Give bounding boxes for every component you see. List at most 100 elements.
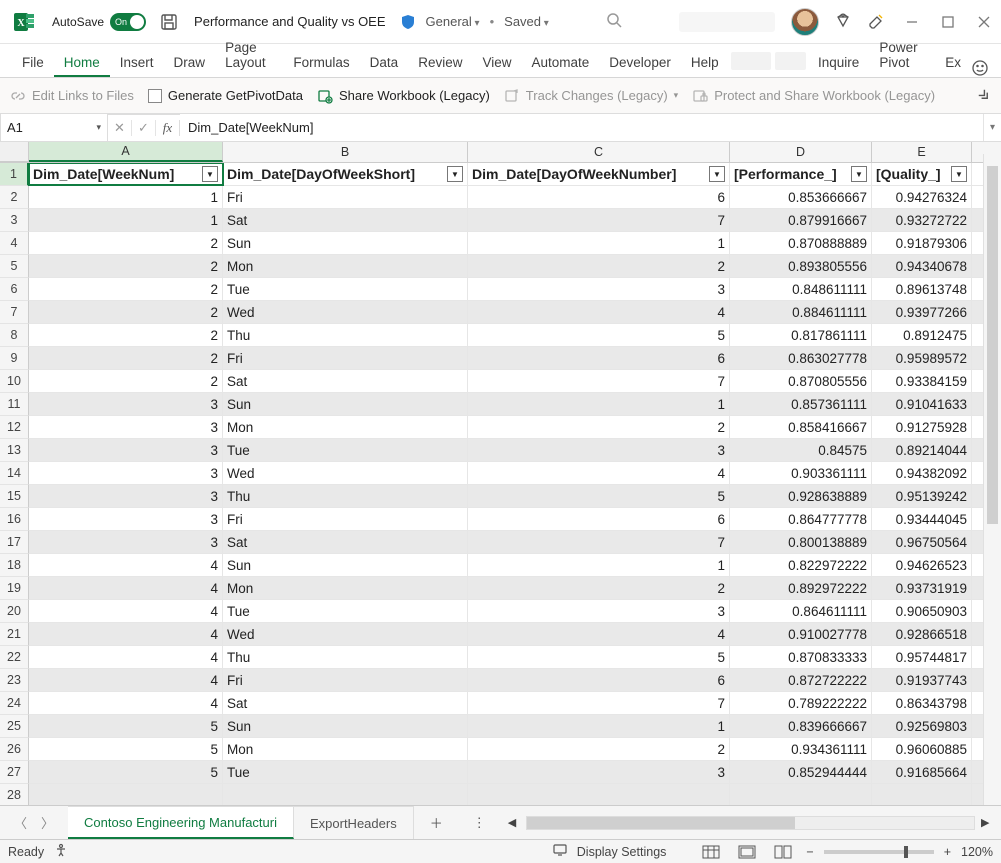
cell[interactable]: 1	[468, 232, 730, 254]
row-header[interactable]: 8	[0, 324, 29, 347]
row-header[interactable]: 7	[0, 301, 29, 324]
column-header[interactable]: B	[223, 142, 468, 162]
cell[interactable]: 0.864777778	[730, 508, 872, 530]
cell[interactable]: 4	[29, 600, 223, 622]
cell[interactable]: 1	[468, 554, 730, 576]
cell[interactable]: 4	[468, 462, 730, 484]
row-header[interactable]: 4	[0, 232, 29, 255]
cell[interactable]: 0.92866518	[872, 623, 972, 645]
tab-help[interactable]: Help	[681, 49, 729, 77]
cell[interactable]: Fri	[223, 669, 468, 691]
table-row[interactable]: 3Fri60.8647777780.93444045	[29, 508, 1001, 531]
accessibility-icon[interactable]	[54, 843, 68, 860]
cell[interactable]: 0.94276324	[872, 186, 972, 208]
table-row[interactable]: 3Wed40.9033611110.94382092	[29, 462, 1001, 485]
cell[interactable]: Tue	[223, 600, 468, 622]
cell[interactable]: 0.89613748	[872, 278, 972, 300]
cell[interactable]: 0.903361111	[730, 462, 872, 484]
cell[interactable]: 3	[29, 416, 223, 438]
tab-power-pivot[interactable]: Power Pivot	[869, 34, 935, 77]
cell[interactable]: Sat	[223, 692, 468, 714]
cell[interactable]: 4	[468, 623, 730, 645]
cell[interactable]: 0.853666667	[730, 186, 872, 208]
tab-extra[interactable]: Ex	[935, 49, 971, 77]
cell[interactable]: 3	[468, 600, 730, 622]
cell[interactable]: 3	[468, 761, 730, 783]
filter-dropdown-icon[interactable]: ▼	[851, 166, 867, 182]
save-icon[interactable]	[160, 13, 178, 31]
cell[interactable]: 2	[29, 370, 223, 392]
column-header[interactable]: C	[468, 142, 730, 162]
table-row[interactable]: 3Thu50.9286388890.95139242	[29, 485, 1001, 508]
cell[interactable]: 6	[468, 186, 730, 208]
minimize-button[interactable]	[905, 15, 919, 29]
close-button[interactable]	[977, 15, 991, 29]
cell[interactable]: 4	[29, 577, 223, 599]
cell[interactable]: 0.839666667	[730, 715, 872, 737]
cell[interactable]: 0.822972222	[730, 554, 872, 576]
cell[interactable]: 0.863027778	[730, 347, 872, 369]
cell[interactable]: Tue	[223, 439, 468, 461]
search-icon[interactable]	[606, 12, 622, 31]
cell[interactable]: 0.84575	[730, 439, 872, 461]
cell[interactable]	[468, 784, 730, 806]
cell[interactable]: 5	[29, 738, 223, 760]
cell[interactable]: 0.90650903	[872, 600, 972, 622]
cell[interactable]: 4	[29, 623, 223, 645]
table-row[interactable]: 2Tue30.8486111110.89613748	[29, 278, 1001, 301]
add-sheet-button[interactable]: ＋	[414, 813, 459, 832]
table-row[interactable]: 3Mon20.8584166670.91275928	[29, 416, 1001, 439]
cell[interactable]: 0.858416667	[730, 416, 872, 438]
cell[interactable]: 4	[29, 669, 223, 691]
table-row[interactable]: 5Tue30.8529444440.91685664	[29, 761, 1001, 784]
cell[interactable]: Sun	[223, 715, 468, 737]
cell[interactable]: 0.95744817	[872, 646, 972, 668]
cell[interactable]: 7	[468, 531, 730, 553]
cell[interactable]: 5	[29, 761, 223, 783]
grid-body[interactable]: Dim_Date[WeekNum]▼Dim_Date[DayOfWeekShor…	[29, 163, 1001, 812]
protect-share-button[interactable]: Protect and Share Workbook (Legacy)	[692, 88, 935, 104]
cell[interactable]: 0.94382092	[872, 462, 972, 484]
table-row[interactable]: 2Wed40.8846111110.93977266	[29, 301, 1001, 324]
table-header-cell[interactable]: [Performance_]▼	[730, 163, 872, 185]
scroll-left-icon[interactable]: ◀	[508, 816, 520, 829]
generate-pivot-button[interactable]: Generate GetPivotData	[148, 88, 303, 103]
cell[interactable]: 7	[468, 692, 730, 714]
tab-file[interactable]: File	[12, 49, 54, 77]
cell[interactable]: 0.93272722	[872, 209, 972, 231]
cell[interactable]: Thu	[223, 485, 468, 507]
enter-formula-icon[interactable]: ✓	[132, 120, 156, 136]
cell[interactable]: 4	[29, 692, 223, 714]
cell[interactable]: 2	[29, 232, 223, 254]
cell[interactable]: Thu	[223, 324, 468, 346]
filter-dropdown-icon[interactable]: ▼	[951, 166, 967, 182]
row-header[interactable]: 25	[0, 715, 29, 738]
cell[interactable]: 1	[468, 393, 730, 415]
cell[interactable]: 4	[29, 554, 223, 576]
cell[interactable]: 2	[468, 255, 730, 277]
filter-dropdown-icon[interactable]: ▼	[202, 166, 218, 182]
cell[interactable]: Sat	[223, 209, 468, 231]
share-workbook-button[interactable]: Share Workbook (Legacy)	[317, 88, 490, 104]
fx-icon[interactable]: fx	[156, 120, 180, 136]
table-header-cell[interactable]: [Quality_]▼	[872, 163, 972, 185]
cell[interactable]: 0.91685664	[872, 761, 972, 783]
cell[interactable]: 0.95139242	[872, 485, 972, 507]
tab-formulas[interactable]: Formulas	[283, 49, 359, 77]
sheet-menu-icon[interactable]: ⋮	[459, 815, 500, 831]
cell[interactable]: Wed	[223, 301, 468, 323]
zoom-in-icon[interactable]: +	[944, 845, 951, 859]
cell[interactable]: 2	[29, 278, 223, 300]
cell[interactable]: 3	[29, 439, 223, 461]
view-normal-icon[interactable]	[698, 843, 724, 861]
sensitivity-label[interactable]: General	[426, 14, 480, 29]
cell[interactable]: 3	[29, 485, 223, 507]
table-row[interactable]: 4Fri60.8727222220.91937743	[29, 669, 1001, 692]
row-header[interactable]: 14	[0, 462, 29, 485]
row-header[interactable]: 2	[0, 186, 29, 209]
sheet-tab-other[interactable]: ExportHeaders	[294, 806, 414, 839]
cell[interactable]: 0.848611111	[730, 278, 872, 300]
display-settings-label[interactable]: Display Settings	[577, 845, 667, 859]
cell[interactable]: 0.928638889	[730, 485, 872, 507]
cell[interactable]: 0.893805556	[730, 255, 872, 277]
